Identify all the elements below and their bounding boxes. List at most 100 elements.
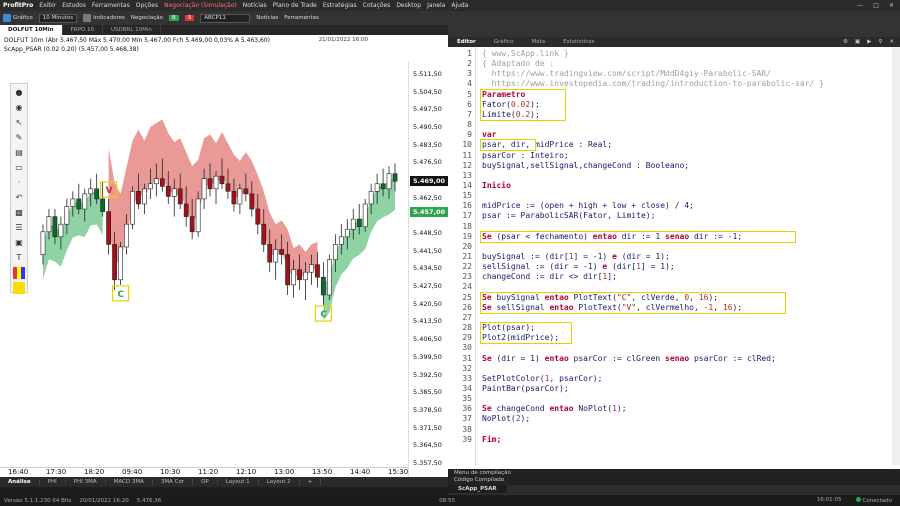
close-icon[interactable]: ✕	[889, 2, 894, 9]
menu-item[interactable]: Negociação (Simulação)	[164, 2, 237, 9]
chart-canvas[interactable]: C V C	[0, 61, 408, 467]
compile-time: 08:55	[439, 497, 456, 504]
editor-header	[448, 25, 900, 37]
news-button[interactable]: Notícias	[256, 15, 278, 21]
workspace-tab[interactable]: Layout 1	[218, 479, 259, 485]
eye-icon[interactable]: ◉	[13, 102, 25, 114]
workspace-tab[interactable]: PHI 3MA	[66, 479, 106, 485]
workspace-tab[interactable]: OP	[193, 479, 218, 485]
save-icon[interactable]: ▣	[855, 39, 860, 45]
layers-icon[interactable]: ☰	[13, 222, 25, 234]
chart-button[interactable]: Gráfico	[3, 14, 33, 22]
menu-item[interactable]: Janela	[427, 2, 445, 9]
menu-item[interactable]: Exibir	[39, 2, 56, 9]
workspace-tab[interactable]: PHI	[40, 479, 66, 485]
close-icon[interactable]: ✕	[889, 39, 894, 45]
fill-color-icon[interactable]	[13, 282, 25, 294]
price-chart[interactable]: C V C ● ◉ ↖ ✎ ▤ ▭ · ↶ ▩ ☰ ▣ T 5.511,50 5.50…	[0, 61, 449, 477]
code-line: psarCor : Inteiro;	[482, 150, 569, 160]
clipboard-icon[interactable]: ▣	[13, 237, 25, 249]
text-icon[interactable]: T	[13, 252, 25, 264]
last-price-tag: 5.469,00	[410, 176, 449, 187]
candle-body	[207, 178, 213, 190]
menu-item[interactable]: Ajuda	[451, 2, 468, 9]
workspace-tab[interactable]: Análise	[0, 479, 40, 485]
editor-scrollbar[interactable]	[892, 47, 900, 465]
menu-item[interactable]: Notícias	[243, 2, 267, 9]
workspace-tab[interactable]: 3MA Cor	[153, 479, 194, 485]
sell-button[interactable]: S	[184, 15, 195, 21]
window-controls: — □ ✕	[857, 2, 900, 9]
ruler-icon[interactable]: ▤	[13, 147, 25, 159]
tools-button[interactable]: Ferramentas	[284, 15, 319, 21]
chart-tab[interactable]: DOLFUT 10Min	[0, 25, 63, 35]
menu-item[interactable]: Opções	[136, 2, 158, 9]
time-tick: 11:20	[198, 468, 219, 476]
chart-tab[interactable]: FRPO 10	[63, 25, 103, 35]
chart-header: DOLFUT 10m (Abr 5.467,50 Máx 5.470,00 Mí…	[0, 35, 448, 61]
editor-tab[interactable]: Meta	[522, 39, 554, 45]
menu-item[interactable]: Cotações	[363, 2, 391, 9]
cursor-icon[interactable]: ↖	[13, 117, 25, 129]
price-axis[interactable]: 5.511,50 5.504,50 5.497,50 5.490,50 5.483,50…	[408, 61, 449, 477]
candle-body	[309, 264, 314, 273]
time-tick: 10:30	[160, 468, 181, 476]
candle-body	[124, 223, 129, 248]
indicators-button[interactable]: Indicadores	[83, 14, 125, 22]
minimize-icon[interactable]: —	[857, 2, 863, 9]
editor-tabs: Editor Gráfico Meta Estatísticas ⚙ ▣ ▶ ⚲ ✕	[448, 37, 900, 47]
time-tick: 12:10	[236, 468, 257, 476]
eraser-icon[interactable]: ▭	[13, 162, 25, 174]
code-line: psar := ParabolicSAR(Fator, Limite);	[482, 211, 656, 221]
candle-body	[189, 216, 195, 233]
chart-tab[interactable]: USDBRL 10Min	[103, 25, 161, 35]
maximize-icon[interactable]: □	[873, 2, 879, 9]
highlight-box	[480, 88, 566, 122]
symbol-input[interactable]: ABCP11	[200, 13, 251, 23]
file-tab[interactable]: ScApp_PSAR	[448, 485, 507, 493]
menu-item[interactable]: Estratégias	[323, 2, 357, 9]
price-tick: 5.399,50	[413, 352, 442, 361]
timeframe-select[interactable]: 10 Minutos	[38, 13, 78, 23]
candle-body	[321, 276, 326, 296]
code-area[interactable]: { www.ScApp.link }{ Adaptado de : https:…	[478, 47, 888, 465]
undo-icon[interactable]: ↶	[13, 192, 25, 204]
color-palette-icon[interactable]	[13, 267, 25, 279]
pencil-icon[interactable]: ✎	[13, 132, 25, 144]
highlight-box	[480, 322, 572, 345]
editor-tab[interactable]: Estatísticas	[554, 39, 603, 45]
menu-item[interactable]: Estudos	[62, 2, 86, 9]
menu-item[interactable]: Ferramentas	[92, 2, 130, 9]
editor-tab[interactable]: Gráfico	[485, 39, 523, 45]
pin-icon[interactable]: ●	[13, 87, 25, 99]
line-number-gutter: 1 2 3 4 5 6 7 8 9 10 11 12 13 14 15 16 17 18 19 20 21 22 23 24 2…	[448, 47, 476, 465]
candle-body	[142, 188, 147, 205]
candle-body	[219, 175, 225, 185]
line-number: 18	[462, 221, 472, 231]
price-tick: 5.462,50	[413, 193, 442, 202]
code-line: { www.ScApp.link }	[482, 49, 569, 58]
dot-icon[interactable]: ·	[13, 177, 25, 189]
line-number: 22	[462, 262, 472, 272]
compile-icon[interactable]: ▶	[867, 39, 871, 45]
buy-button[interactable]: B	[168, 15, 179, 21]
menu-item[interactable]: Desktop	[396, 2, 421, 9]
workspace-tab[interactable]: MACD 3MA	[106, 479, 153, 485]
workspace-tab[interactable]: Layout 2	[259, 479, 300, 485]
editor-tab[interactable]: Editor	[448, 39, 485, 45]
search-icon[interactable]: ⚲	[878, 39, 882, 45]
line-number: 2	[467, 59, 472, 69]
code-line: PaintBar(psarCor);	[482, 383, 569, 393]
connection-label: Conectado	[862, 498, 892, 504]
line-number: 1	[467, 49, 472, 58]
trading-button[interactable]: Negociação	[131, 15, 163, 21]
psar-price-tag: 5.457,00	[410, 206, 449, 217]
signal-label: C	[320, 310, 327, 320]
candle-body	[362, 203, 368, 228]
settings-icon[interactable]: ⚙	[843, 39, 848, 45]
time-axis[interactable]: 16:40 17:30 18:20 09:40 10:30 11:20 12:10 13:00…	[0, 467, 408, 477]
workspace-tab[interactable]: +	[300, 479, 322, 485]
menu-item[interactable]: Plano de Trade	[273, 2, 317, 9]
menu-item[interactable]: ProfitPro	[3, 2, 33, 9]
trash-icon[interactable]: ▩	[13, 207, 25, 219]
